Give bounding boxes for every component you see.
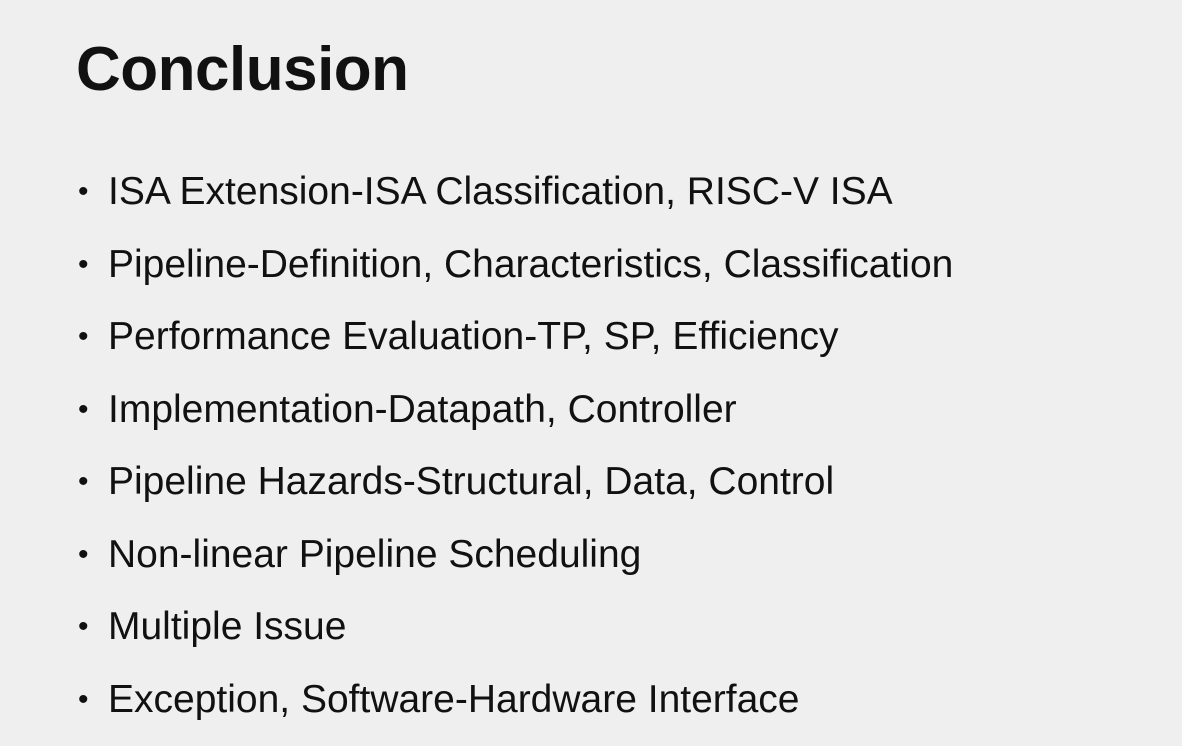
- bullet-text: Exception, Software-Hardware Interface: [108, 677, 800, 721]
- bullet-text: Performance Evaluation-TP, SP, Efficienc…: [108, 315, 839, 358]
- bullet-text: Implementation-Datapath, Controller: [108, 387, 737, 431]
- bullet-text: Pipeline Hazards-Structural, Data, Contr…: [108, 460, 835, 503]
- bullet-icon: •: [78, 682, 89, 716]
- bullet-text: Non-linear Pipeline Scheduling: [108, 532, 642, 576]
- bullet-item: • Exception, Software-Hardware Interface: [76, 664, 1142, 737]
- bullet-item: • Implementation-Datapath, Controller: [76, 374, 1142, 447]
- slide: Conclusion • ISA Extension-ISA Classifica…: [0, 0, 1182, 746]
- bullet-item: • Pipeline Hazards-Structural, Data, Cont…: [76, 446, 1142, 519]
- bullet-icon: •: [78, 610, 89, 643]
- bullet-text: Pipeline-Definition, Characteristics, Cl…: [108, 242, 954, 286]
- bullet-list: • ISA Extension-ISA Classification, RISC-…: [76, 156, 1142, 736]
- bullet-item: • Performance Evaluation-TP, SP, Efficien…: [76, 301, 1142, 374]
- bullet-text: ISA Extension-ISA Classification, RISC-V…: [108, 170, 893, 213]
- bullet-icon: •: [78, 537, 89, 571]
- bullet-item: • Pipeline-Definition, Characteristics, C…: [76, 229, 1142, 302]
- bullet-item: • Non-linear Pipeline Scheduling: [76, 519, 1142, 592]
- bullet-icon: •: [78, 392, 89, 426]
- slide-title: Conclusion: [76, 35, 409, 104]
- bullet-text: Multiple Issue: [108, 605, 347, 648]
- bullet-icon: •: [78, 320, 89, 353]
- bullet-icon: •: [78, 175, 89, 208]
- bullet-item: • Multiple Issue: [76, 591, 1142, 664]
- bullet-icon: •: [78, 465, 89, 498]
- bullet-icon: •: [78, 247, 89, 281]
- bullet-item: • ISA Extension-ISA Classification, RISC-…: [76, 156, 1142, 229]
